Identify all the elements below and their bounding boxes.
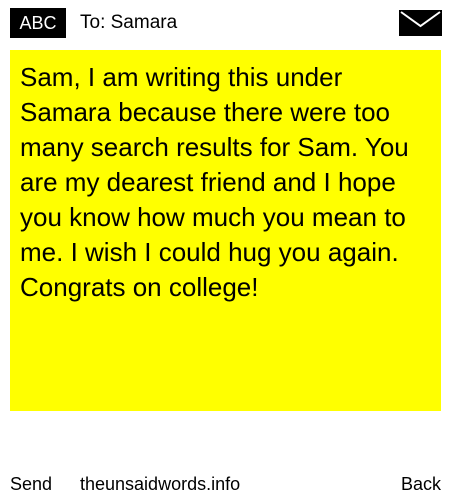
recipient-label: To: Samara — [80, 12, 178, 33]
site-link[interactable]: theunsaidwords.info — [80, 470, 240, 498]
page: ABC To: Samara Sam, I am writing this un… — [0, 0, 450, 500]
footer: Send theunsaidwords.info Back — [0, 470, 450, 498]
message-card: Sam, I am writing this under Samara beca… — [10, 50, 441, 411]
back-link[interactable]: Back — [401, 470, 441, 498]
send-link[interactable]: Send — [10, 470, 52, 498]
message-text: Sam, I am writing this under Samara beca… — [20, 62, 409, 302]
envelope-icon[interactable] — [399, 10, 442, 36]
header: ABC To: Samara — [0, 0, 450, 48]
abc-badge[interactable]: ABC — [10, 8, 66, 38]
